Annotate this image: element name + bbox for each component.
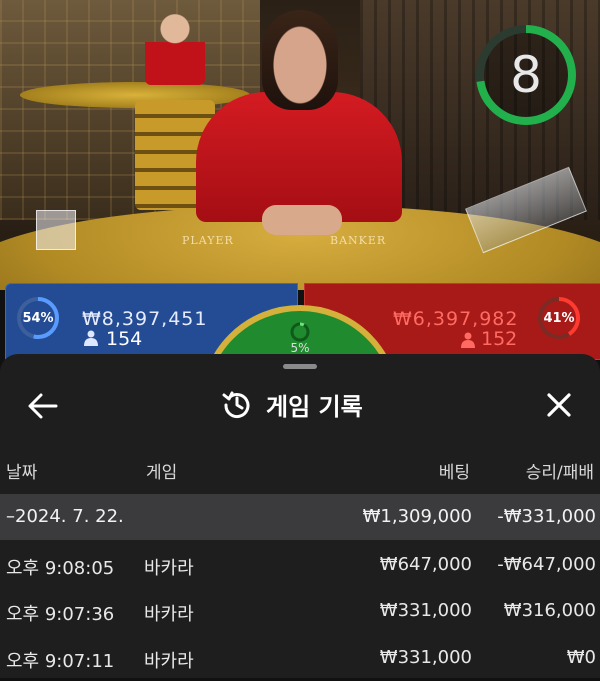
tie-percent: 5% (290, 341, 310, 355)
banker-bettor-count: 152 (481, 328, 518, 350)
player-bettor-count: 154 (106, 328, 143, 350)
table-row[interactable]: 오후 9:07:11 바카라 ₩331,000 ₩0 (0, 635, 600, 681)
row-win-loss: ₩316,000 (503, 600, 596, 621)
close-icon[interactable] (544, 390, 574, 420)
sheet-title-text: 게임 기록 (266, 392, 363, 421)
date-group-win-loss-total: -₩331,000 (497, 506, 596, 527)
dealer-head (262, 10, 338, 110)
column-header-game: 게임 (146, 463, 178, 483)
player-count-icon (84, 329, 98, 351)
banker-count-icon (461, 331, 475, 353)
countdown-timer-value: 8 (510, 46, 542, 104)
banker-bet-amount: ₩6,397,982 (393, 308, 519, 330)
date-group-bet-total: ₩1,309,000 (362, 506, 472, 527)
dealer-body (196, 92, 402, 222)
player-percent: 54% (22, 310, 54, 326)
row-game: 바카라 (144, 604, 194, 625)
row-time: 오후 9:07:36 (6, 604, 115, 625)
row-bet: ₩331,000 (379, 647, 472, 668)
date-group-row[interactable]: –2024. 7. 22. ₩1,309,000 -₩331,000 (0, 494, 600, 540)
column-header-date: 날짜 (6, 463, 38, 483)
table-label-player: PLAYER (182, 234, 234, 247)
column-header-win-loss: 승리/패배 (525, 463, 594, 483)
table-row[interactable]: 오후 9:08:05 바카라 ₩647,000 -₩647,000 (0, 542, 600, 588)
banker-percent: 41% (543, 310, 575, 326)
sheet-title: 게임 기록 (222, 384, 363, 424)
arrow-left-icon[interactable] (26, 390, 60, 422)
sheet-drag-handle[interactable] (283, 364, 317, 369)
row-game: 바카라 (144, 558, 194, 579)
player-bet-amount: ₩8,397,451 (82, 308, 208, 330)
column-header-bet: 베팅 (438, 463, 470, 483)
background-dealer (145, 10, 205, 85)
table-row[interactable]: 오후 9:07:36 바카라 ₩331,000 ₩316,000 (0, 588, 600, 634)
row-bet: ₩647,000 (379, 554, 472, 575)
row-game: 바카라 (144, 651, 194, 672)
discard-tray (36, 210, 76, 250)
row-win-loss: -₩647,000 (497, 554, 596, 575)
date-group-date: –2024. 7. 22. (6, 506, 124, 527)
tie-percent-ring (290, 322, 310, 342)
row-time: 오후 9:07:11 (6, 651, 115, 672)
history-icon (222, 391, 250, 419)
row-time: 오후 9:08:05 (6, 558, 115, 579)
game-history-sheet: 게임 기록 날짜 게임 베팅 승리/패배 –2024. 7. 22. ₩1,30… (0, 354, 600, 678)
dealer-hands (262, 205, 342, 235)
table-label-banker: BANKER (330, 234, 387, 247)
row-win-loss: ₩0 (566, 647, 596, 668)
row-bet: ₩331,000 (379, 600, 472, 621)
